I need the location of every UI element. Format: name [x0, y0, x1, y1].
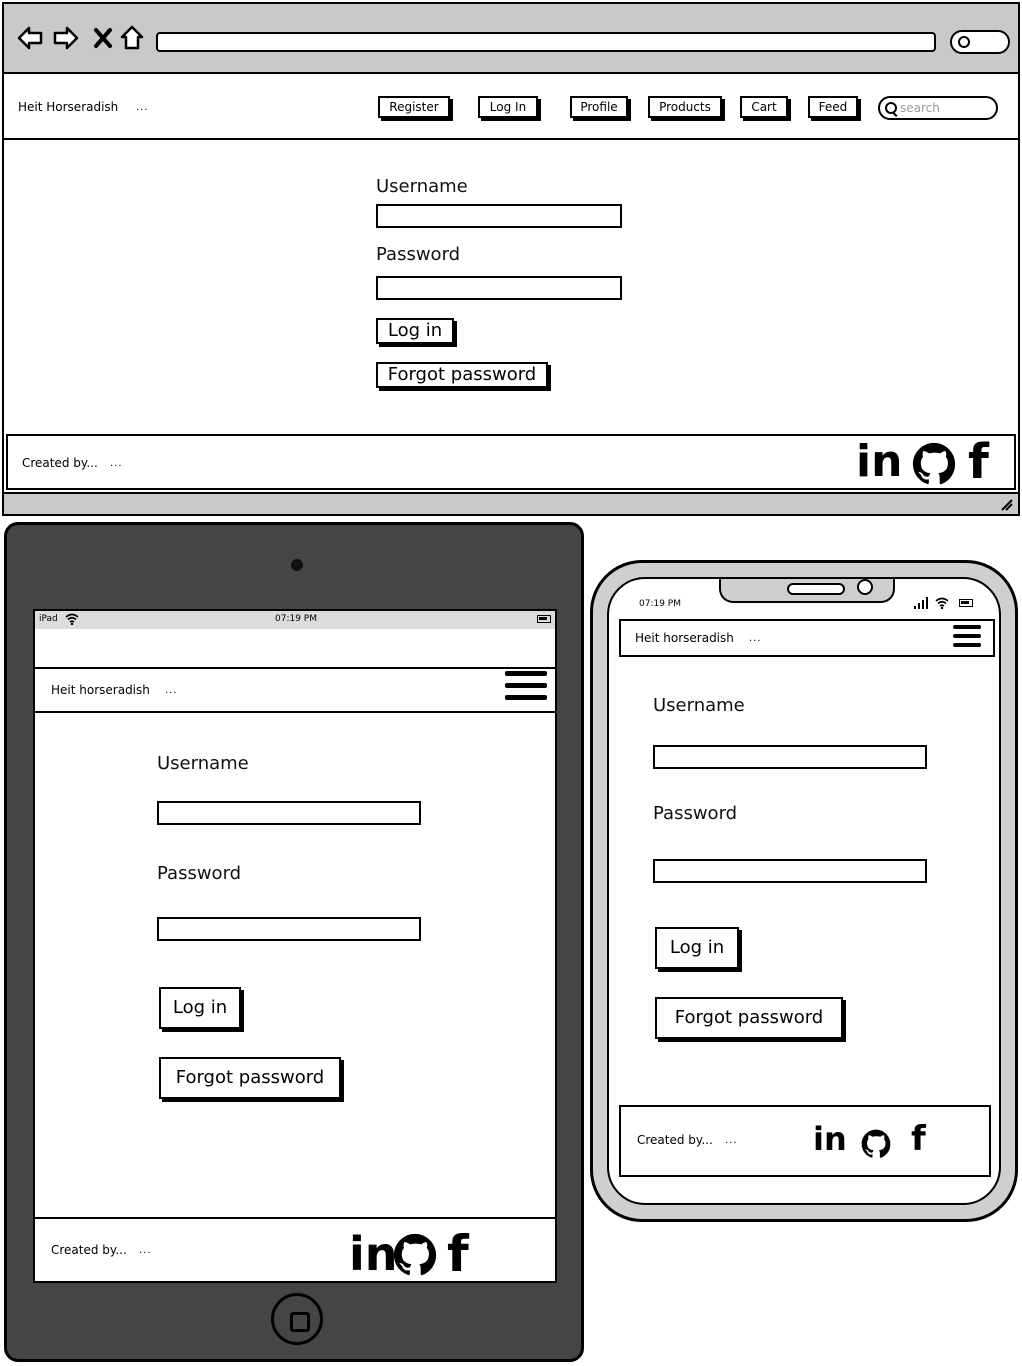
github-icon[interactable] — [912, 442, 956, 486]
nav-register-button[interactable]: Register — [378, 96, 450, 118]
brand-name[interactable]: Heit horseradish — [51, 683, 150, 697]
battery-icon — [959, 599, 973, 607]
tablet-device: iPad 07:19 PM Heit horseradish ... Usern… — [4, 522, 584, 1362]
username-label: Username — [376, 176, 468, 197]
brand-ellipsis: ... — [165, 685, 178, 696]
tablet-camera — [291, 559, 303, 571]
battery-icon — [537, 615, 551, 623]
browser-toolbar — [4, 4, 1018, 74]
forgot-password-button[interactable]: Forgot password — [655, 997, 843, 1039]
home-button[interactable] — [271, 1293, 323, 1345]
status-time: 07:19 PM — [275, 614, 317, 624]
footer-ellipsis: ... — [725, 1135, 738, 1146]
tablet-screen: iPad 07:19 PM Heit horseradish ... Usern… — [33, 609, 557, 1283]
wifi-icon — [935, 597, 949, 609]
footer-ellipsis: ... — [139, 1245, 152, 1256]
search-placeholder: search — [900, 101, 940, 115]
status-time: 07:19 PM — [639, 599, 681, 609]
login-button[interactable]: Log in — [159, 987, 241, 1029]
brand-ellipsis: ... — [749, 633, 762, 644]
footer-credit: Created by... — [51, 1243, 127, 1257]
brand-name[interactable]: Heit Horseradish — [18, 100, 118, 114]
password-label: Password — [376, 244, 461, 265]
site-footer: Created by... ... in f — [6, 434, 1016, 490]
brand-ellipsis: ... — [136, 102, 149, 113]
username-label: Username — [653, 695, 745, 716]
desktop-browser-window: Heit Horseradish ... Register Log In Pro… — [2, 2, 1020, 516]
back-arrow-icon[interactable] — [16, 24, 44, 52]
username-label: Username — [157, 753, 249, 774]
home-icon[interactable] — [118, 24, 146, 52]
phone-screen: 07:19 PM Heit horseradish ... Username P… — [607, 577, 1001, 1205]
forgot-password-button[interactable]: Forgot password — [159, 1057, 341, 1099]
github-icon[interactable] — [861, 1129, 891, 1159]
footer-credit: Created by... — [22, 456, 98, 470]
linkedin-icon[interactable]: in — [349, 1229, 398, 1279]
linkedin-icon[interactable]: in — [813, 1121, 847, 1157]
tablet-header: Heit horseradish ... — [35, 667, 555, 713]
facebook-icon[interactable]: f — [447, 1229, 469, 1279]
resize-grip-icon[interactable] — [998, 496, 1014, 512]
password-label: Password — [653, 803, 738, 824]
linkedin-icon[interactable]: in — [856, 438, 902, 486]
phone-header: Heit horseradish ... — [619, 619, 995, 657]
close-icon[interactable] — [90, 24, 118, 52]
username-input[interactable] — [653, 745, 927, 769]
hamburger-menu-icon[interactable] — [505, 671, 547, 700]
device-label: iPad — [39, 614, 58, 624]
forgot-password-button[interactable]: Forgot password — [376, 362, 548, 388]
username-input[interactable] — [376, 204, 622, 228]
nav-login-button[interactable]: Log In — [478, 96, 538, 118]
tablet-footer: Created by... ... in f — [35, 1217, 555, 1279]
signal-icon — [914, 597, 928, 609]
password-input[interactable] — [653, 859, 927, 883]
site-search-input[interactable]: search — [878, 96, 998, 120]
login-button[interactable]: Log in — [376, 318, 454, 344]
footer-credit: Created by... — [637, 1133, 713, 1147]
nav-products-button[interactable]: Products — [648, 96, 722, 118]
login-button[interactable]: Log in — [655, 927, 739, 969]
phone-footer: Created by... ... in f — [619, 1105, 991, 1177]
facebook-icon[interactable]: f — [911, 1121, 926, 1157]
forward-arrow-icon[interactable] — [52, 24, 80, 52]
footer-ellipsis: ... — [110, 458, 123, 469]
password-label: Password — [157, 863, 242, 884]
phone-notch — [719, 579, 895, 603]
tablet-status-bar: iPad 07:19 PM — [35, 611, 555, 629]
nav-feed-button[interactable]: Feed — [808, 96, 858, 118]
front-camera — [857, 579, 873, 595]
hamburger-menu-icon[interactable] — [953, 625, 981, 647]
password-input[interactable] — [157, 917, 421, 941]
brand-name[interactable]: Heit horseradish — [635, 631, 734, 645]
phone-device: 07:19 PM Heit horseradish ... Username P… — [590, 560, 1018, 1222]
browser-search-field[interactable] — [950, 30, 1010, 54]
nav-cart-button[interactable]: Cart — [740, 96, 788, 118]
search-icon — [885, 102, 897, 114]
password-input[interactable] — [376, 276, 622, 300]
facebook-icon[interactable]: f — [968, 438, 989, 486]
site-header: Heit Horseradish ... Register Log In Pro… — [4, 76, 1018, 140]
nav-profile-button[interactable]: Profile — [570, 96, 628, 118]
url-bar[interactable] — [156, 32, 936, 52]
github-icon[interactable] — [393, 1233, 437, 1277]
search-icon — [958, 36, 970, 48]
username-input[interactable] — [157, 801, 421, 825]
wifi-icon — [65, 613, 79, 625]
speaker-grille — [787, 583, 845, 595]
browser-status-bar — [4, 492, 1018, 514]
